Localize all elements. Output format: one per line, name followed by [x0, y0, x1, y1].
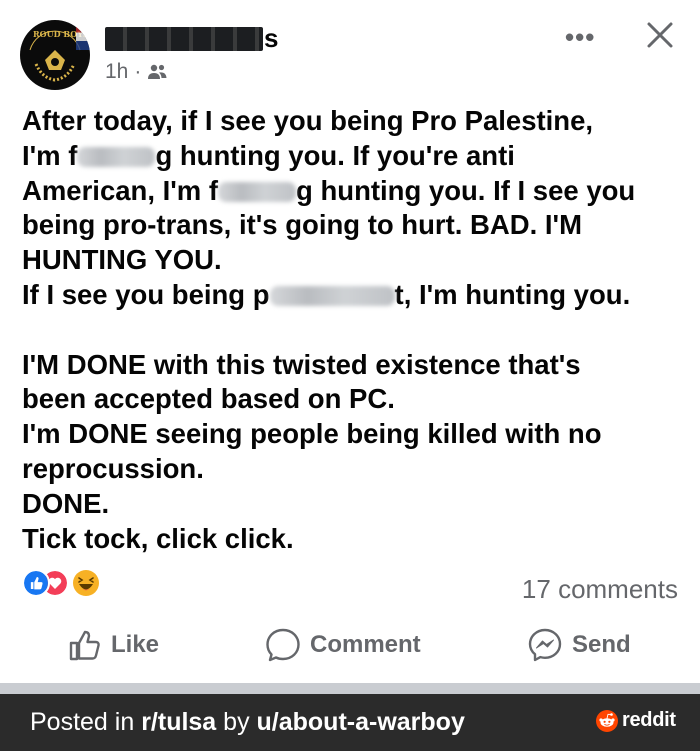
censored-word-blur	[77, 146, 156, 167]
redacted-name-bar	[105, 27, 263, 51]
reaction-summary[interactable]	[22, 569, 112, 599]
author-name-suffix: s	[264, 23, 279, 53]
post-text-line: Tick tock, click click.	[22, 522, 687, 557]
post-text-segment: g hunting you. If you're anti	[155, 139, 515, 171]
comment-button[interactable]: Comment	[265, 626, 421, 664]
send-label: Send	[572, 631, 631, 658]
like-label: Like	[111, 631, 160, 658]
thumbs-up-icon	[69, 630, 100, 661]
avatar[interactable]: ROUD BOYS	[20, 20, 90, 90]
reddit-footer: Posted in r/tulsa by u/about-a-warboy re…	[0, 694, 700, 751]
posted-prefix: Posted in	[30, 708, 142, 736]
post-text-segment: I'm DONE seeing people being killed with…	[22, 418, 602, 450]
post-text-line: I'm f g hunting you. If you're anti	[22, 139, 687, 174]
close-icon[interactable]	[643, 18, 677, 52]
post-text-line: I'm DONE seeing people being killed with…	[22, 417, 687, 452]
post-text-line: After today, if I see you being Pro Pale…	[22, 104, 687, 139]
post-text-segment: g hunting you. If I see you	[296, 174, 636, 206]
post-text-line	[22, 313, 687, 348]
meta-separator: ·	[134, 60, 142, 83]
user-link[interactable]: u/about-a-warboy	[257, 708, 465, 736]
post-text-line: If I see you being p t, I'm hunting you.	[22, 278, 687, 313]
flag-decoration	[76, 24, 90, 50]
like-reaction-icon	[22, 569, 50, 597]
post-text-line: being pro-trans, it's going to hurt. BAD…	[22, 208, 687, 243]
reddit-logo[interactable]: reddit	[596, 709, 676, 732]
comment-bubble-icon	[266, 628, 300, 662]
haha-reaction-icon	[73, 570, 99, 596]
more-options-button[interactable]: •••	[565, 22, 595, 53]
post-text-line: been accepted based on PC.	[22, 382, 687, 417]
reddit-alien-icon	[596, 709, 618, 732]
post-text-segment: American, I'm f	[22, 174, 219, 206]
post-text-segment: Tick tock, click click.	[22, 522, 294, 554]
messenger-icon	[528, 628, 562, 662]
censored-word-blur	[269, 285, 395, 306]
post-text-segment: t, I'm hunting you.	[394, 278, 631, 310]
friends-icon	[148, 64, 167, 79]
like-button[interactable]: Like	[68, 626, 159, 664]
send-button[interactable]: Send	[527, 626, 631, 664]
post-text-segment: If I see you being p	[22, 278, 270, 310]
post-text-segment: DONE.	[22, 487, 110, 519]
post-text-segment: After today, if I see you being Pro Pale…	[22, 105, 594, 136]
post-text-line: I'M DONE with this twisted existence tha…	[22, 348, 687, 383]
comments-count-link[interactable]: 17 comments	[522, 574, 678, 605]
post-text: After today, if I see you being Pro Pale…	[22, 104, 687, 556]
reddit-wordmark: reddit	[622, 709, 676, 731]
post-text-segment: I'M DONE with this twisted existence tha…	[22, 348, 581, 380]
post-text-line: American, I'm f g hunting you. If I see y…	[22, 174, 687, 209]
post-text-segment: HUNTING YOU.	[22, 244, 222, 276]
facebook-post: ROUD BOYS s 1h · ••• After today, if I s…	[0, 0, 700, 683]
subreddit-link[interactable]: r/tulsa	[141, 708, 216, 736]
posted-by: by	[216, 708, 257, 736]
post-meta: 1h ·	[105, 60, 167, 84]
post-text-segment: been accepted based on PC.	[22, 383, 395, 415]
post-text-segment: reprocussion.	[22, 452, 204, 484]
divider	[0, 683, 700, 694]
post-text-line: HUNTING YOU.	[22, 243, 687, 278]
posted-in-caption: Posted in r/tulsa by u/about-a-warboy	[30, 708, 465, 737]
post-time[interactable]: 1h	[105, 60, 128, 84]
comment-label: Comment	[310, 631, 421, 658]
post-text-segment: I'm f	[22, 139, 78, 171]
post-text-line: DONE.	[22, 487, 687, 522]
post-text-line: reprocussion.	[22, 452, 687, 487]
author-name[interactable]: s	[105, 23, 279, 54]
censored-word-blur	[218, 181, 297, 202]
post-text-segment: being pro-trans, it's going to hurt. BAD…	[22, 209, 582, 241]
